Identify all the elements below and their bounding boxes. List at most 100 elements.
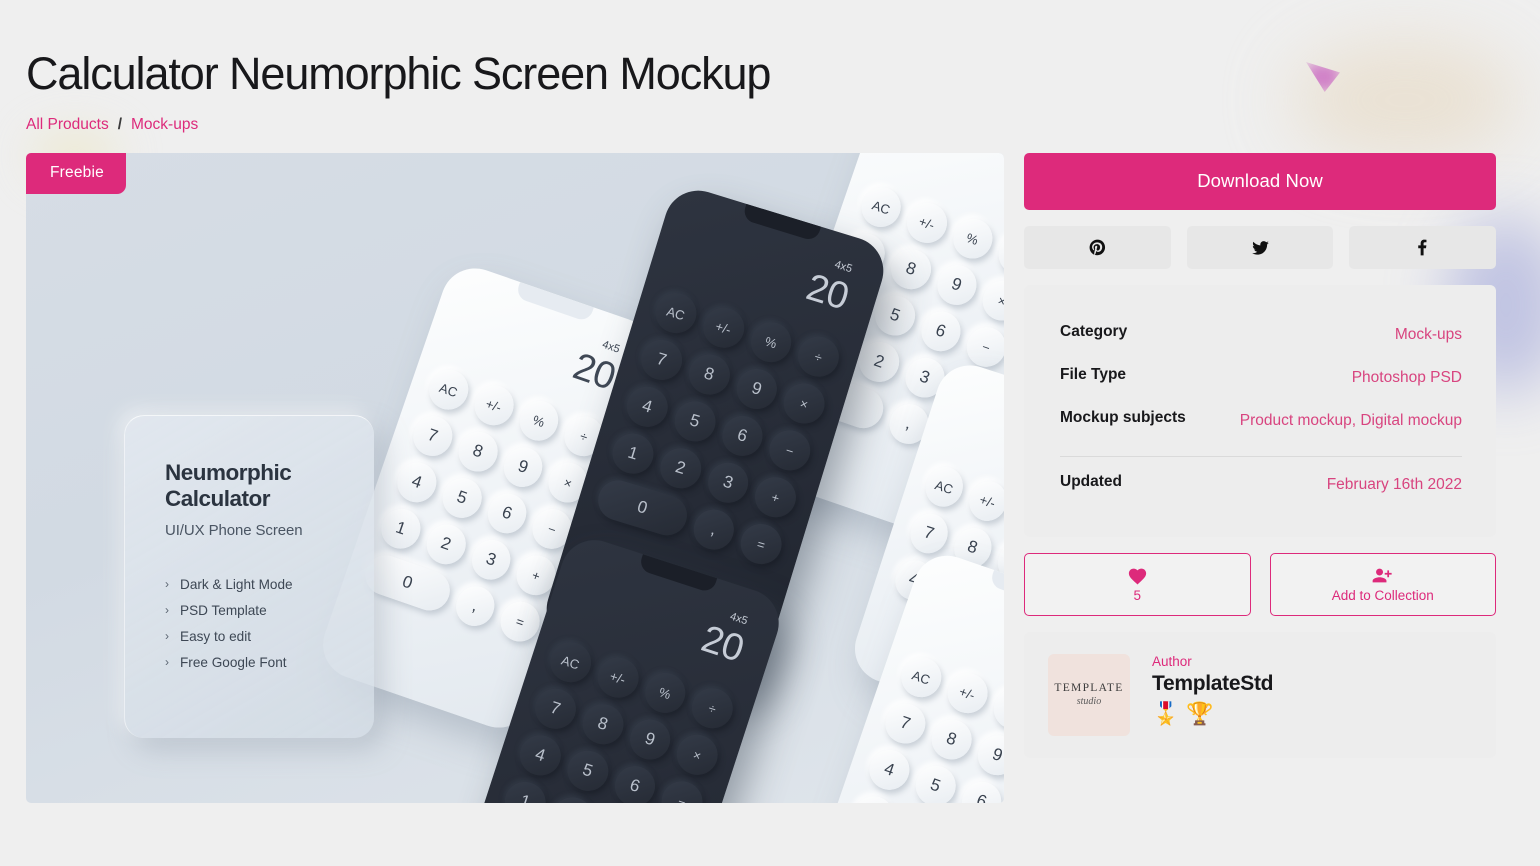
- calc-key: 5: [669, 395, 721, 446]
- calc-key: AC: [423, 363, 474, 415]
- person-plus-icon: [1372, 568, 1392, 583]
- calc-key: −: [1002, 791, 1004, 803]
- calc-key: 1: [375, 502, 426, 554]
- calc-key: 8: [885, 243, 936, 295]
- calc-key: +/-: [901, 197, 952, 248]
- calc-key: 3: [702, 457, 754, 508]
- calc-key: 6: [482, 487, 532, 539]
- metadata-row-updated: Updated February 16th 2022: [1060, 463, 1462, 506]
- metadata-row-mockup-subjects: Mockup subjects Product mockup, Digital …: [1060, 399, 1462, 442]
- calc-key: ×: [977, 274, 1004, 326]
- add-to-collection-label: Add to Collection: [1331, 587, 1434, 603]
- list-item-label: PSD Template: [180, 602, 267, 618]
- avatar-text-top: TEMPLATE: [1054, 682, 1124, 695]
- share-twitter-button[interactable]: [1186, 225, 1334, 269]
- calc-key: 5: [869, 289, 921, 341]
- like-count: 5: [1133, 587, 1141, 603]
- pinterest-icon: [1089, 239, 1105, 255]
- action-buttons-row: 5 Add to Collection: [1024, 552, 1496, 616]
- author-name[interactable]: TemplateStd: [1152, 672, 1273, 696]
- sidebar: Download Now Category Mock-ups File Type…: [1024, 152, 1497, 758]
- calc-key: 9: [498, 441, 548, 492]
- calc-key: 1: [607, 428, 659, 479]
- calc-key: −: [656, 775, 708, 803]
- like-button[interactable]: 5: [1024, 552, 1251, 616]
- feature-card-list: › Dark & Light Mode › PSD Template › Eas…: [165, 577, 374, 670]
- calc-key: +/-: [468, 379, 519, 430]
- calc-key: %: [988, 683, 1004, 734]
- calc-key: 9: [731, 363, 782, 414]
- calc-key: 7: [407, 410, 458, 461]
- breadcrumb-item-all-products[interactable]: All Products: [26, 116, 109, 134]
- calc-key: AC: [856, 181, 907, 232]
- calc-key: −: [961, 321, 1004, 372]
- avatar: TEMPLATE studio: [1048, 653, 1130, 736]
- calc-key: 7: [905, 508, 953, 558]
- list-item-label: Easy to edit: [180, 628, 252, 644]
- metadata-value[interactable]: Photoshop PSD: [1352, 366, 1462, 389]
- author-label: Author: [1152, 653, 1192, 669]
- calc-key: +/-: [941, 667, 993, 718]
- calc-key: 2: [655, 442, 706, 493]
- calc-key: 9: [931, 259, 982, 310]
- calc-key: 4: [863, 743, 915, 795]
- calc-key: 2: [546, 791, 598, 803]
- calc-key: −: [764, 424, 816, 476]
- calc-key: 9: [624, 713, 676, 765]
- calc-key: 9: [972, 729, 1004, 781]
- calc-key: %: [947, 212, 998, 264]
- calc-key: 4: [391, 456, 442, 508]
- breadcrumb: All Products / Mock-ups: [26, 116, 1540, 134]
- calc-key: +/-: [963, 475, 1004, 526]
- calc-key: +/-: [698, 302, 749, 353]
- calc-key: =: [735, 518, 787, 569]
- feature-card-title: Neumorphic Calculator: [165, 460, 374, 513]
- calc-key: +/-: [592, 651, 644, 703]
- list-item-label: Free Google Font: [180, 654, 287, 670]
- author-info: Author TemplateStd 🎖️ 🏆: [1152, 654, 1273, 725]
- calc-key: AC: [544, 636, 597, 687]
- calc-key: 8: [452, 425, 503, 477]
- calc-key: 4: [621, 381, 673, 432]
- hero-preview-image[interactable]: Freebie 4x5 20 AC +/- % ÷ 7 8 9 × 4 5 6 …: [26, 152, 1004, 803]
- list-item: › PSD Template: [165, 603, 374, 618]
- list-item: › Dark & Light Mode: [165, 577, 374, 592]
- calc-key: 5: [561, 744, 614, 796]
- hero-feature-card: Neumorphic Calculator UI/UX Phone Screen…: [124, 414, 374, 738]
- metadata-key: Mockup subjects: [1060, 409, 1186, 427]
- calc-key: %: [639, 667, 691, 718]
- breadcrumb-item-mock-ups[interactable]: Mock-ups: [131, 116, 198, 134]
- calc-key: 8: [683, 348, 735, 400]
- calc-key: 8: [925, 713, 977, 765]
- calc-key: 2: [421, 518, 471, 569]
- add-to-collection-button[interactable]: Add to Collection: [1269, 552, 1496, 616]
- calc-key: ,: [450, 580, 500, 631]
- metadata-value[interactable]: Product mockup, Digital mockup: [1240, 409, 1462, 432]
- metadata-row-file-type: File Type Photoshop PSD: [1060, 356, 1462, 399]
- author-badges: 🎖️ 🏆: [1152, 700, 1273, 726]
- page-header: Calculator Neumorphic Screen Mockup All …: [0, 0, 1540, 134]
- share-pinterest-button[interactable]: [1024, 225, 1171, 269]
- calc-key: 5: [436, 472, 487, 523]
- download-now-button[interactable]: Download Now: [1024, 152, 1496, 210]
- chevron-right-icon: ›: [165, 577, 169, 592]
- chevron-right-icon: ›: [165, 629, 169, 644]
- calc-key: %: [514, 395, 564, 446]
- list-item-label: Dark & Light Mode: [180, 576, 293, 592]
- share-facebook-button[interactable]: [1349, 225, 1497, 269]
- feature-card-title-line2: Calculator: [165, 486, 271, 512]
- facebook-icon: [1418, 239, 1427, 256]
- author-card[interactable]: TEMPLATE studio Author TemplateStd 🎖️ 🏆: [1024, 631, 1496, 758]
- medal-badge-icon: 🎖️: [1152, 700, 1180, 726]
- list-item: › Free Google Font: [165, 655, 374, 670]
- metadata-key: Updated: [1060, 473, 1122, 491]
- calculator-keypad: AC +/- % ÷ 7 8 9 × 4 5 6 − 1 2 3 + 0 , =: [593, 287, 844, 569]
- calc-key: 5: [910, 759, 961, 803]
- page-title: Calculator Neumorphic Screen Mockup: [26, 48, 771, 99]
- calc-key: 7: [879, 697, 931, 749]
- calc-key: AC: [920, 461, 968, 512]
- heart-icon: [1128, 568, 1146, 585]
- breadcrumb-separator: /: [117, 115, 123, 133]
- chevron-right-icon: ›: [165, 603, 169, 618]
- metadata-value[interactable]: Mock-ups: [1395, 323, 1462, 346]
